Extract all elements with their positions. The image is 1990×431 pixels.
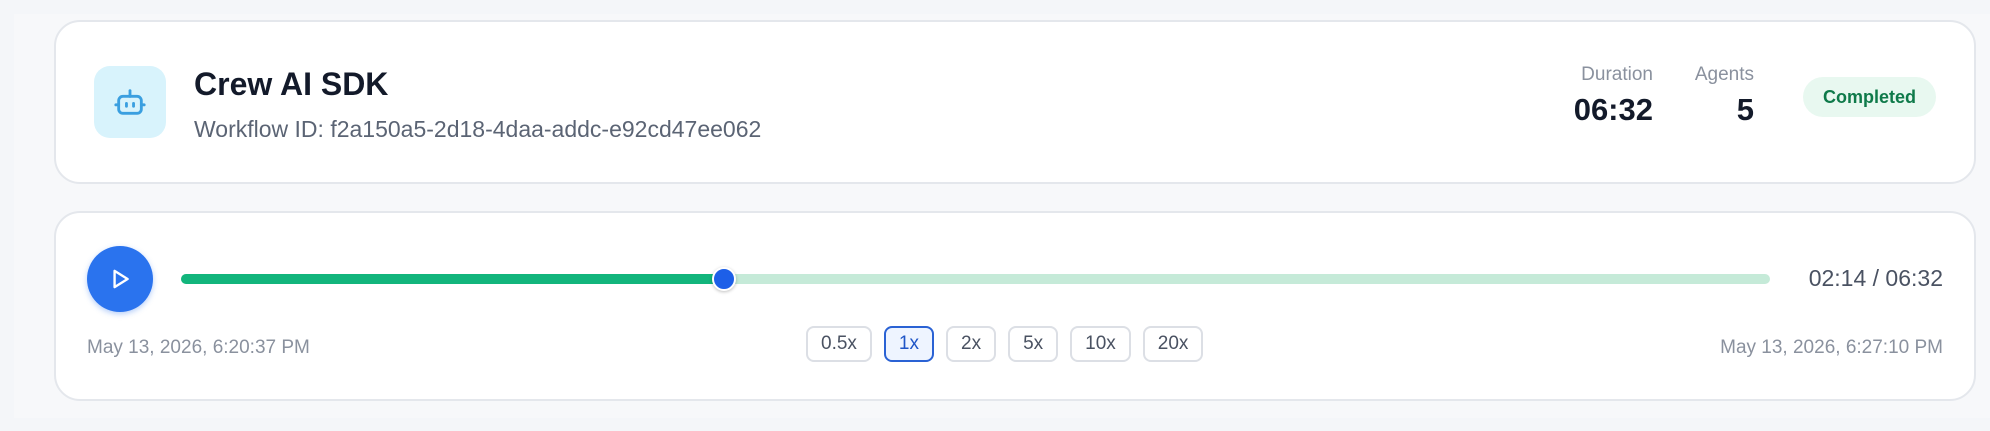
workflow-header-card: Crew AI SDK Workflow ID: f2a150a5-2d18-4…	[54, 20, 1976, 184]
speed-button-0-5x[interactable]: 0.5x	[806, 326, 872, 362]
speed-button-20x[interactable]: 20x	[1142, 326, 1204, 362]
time-readout: 02:14 / 06:32	[1808, 265, 1943, 291]
play-icon	[113, 269, 129, 289]
end-timestamp: May 13, 2026, 6:27:10 PM	[1720, 337, 1943, 358]
duration-value: 06:32	[1573, 92, 1653, 127]
workflow-id: Workflow ID: f2a150a5-2d18-4daa-addc-e92…	[194, 116, 762, 142]
speed-button-2x[interactable]: 2x	[946, 326, 997, 362]
robot-icon	[94, 66, 166, 138]
play-button[interactable]	[87, 246, 153, 312]
progress-slider[interactable]	[181, 267, 1770, 291]
speed-button-10x[interactable]: 10x	[1070, 326, 1131, 362]
replay-page: Crew AI SDK Workflow ID: f2a150a5-2d18-4…	[14, 14, 1990, 418]
playback-speed-group: 0.5x 1x 2x 5x 10x 20x	[806, 326, 1204, 362]
agents-stat: Agents 5	[1695, 64, 1754, 128]
agents-label: Agents	[1694, 64, 1754, 85]
workflow-title: Crew AI SDK	[194, 66, 389, 102]
agents-value: 5	[1736, 92, 1754, 127]
status-badge: Completed	[1802, 77, 1936, 117]
progress-fill	[181, 274, 725, 284]
replay-player-card: 02:14 / 06:32 May 13, 2026, 6:20:37 PM 0…	[54, 211, 1976, 401]
progress-thumb[interactable]	[712, 267, 737, 291]
duration-stat: Duration 06:32	[1574, 64, 1653, 128]
duration-label: Duration	[1581, 64, 1653, 85]
speed-button-1x[interactable]: 1x	[883, 326, 934, 362]
start-timestamp: May 13, 2026, 6:20:37 PM	[87, 337, 310, 358]
speed-button-5x[interactable]: 5x	[1008, 326, 1059, 362]
